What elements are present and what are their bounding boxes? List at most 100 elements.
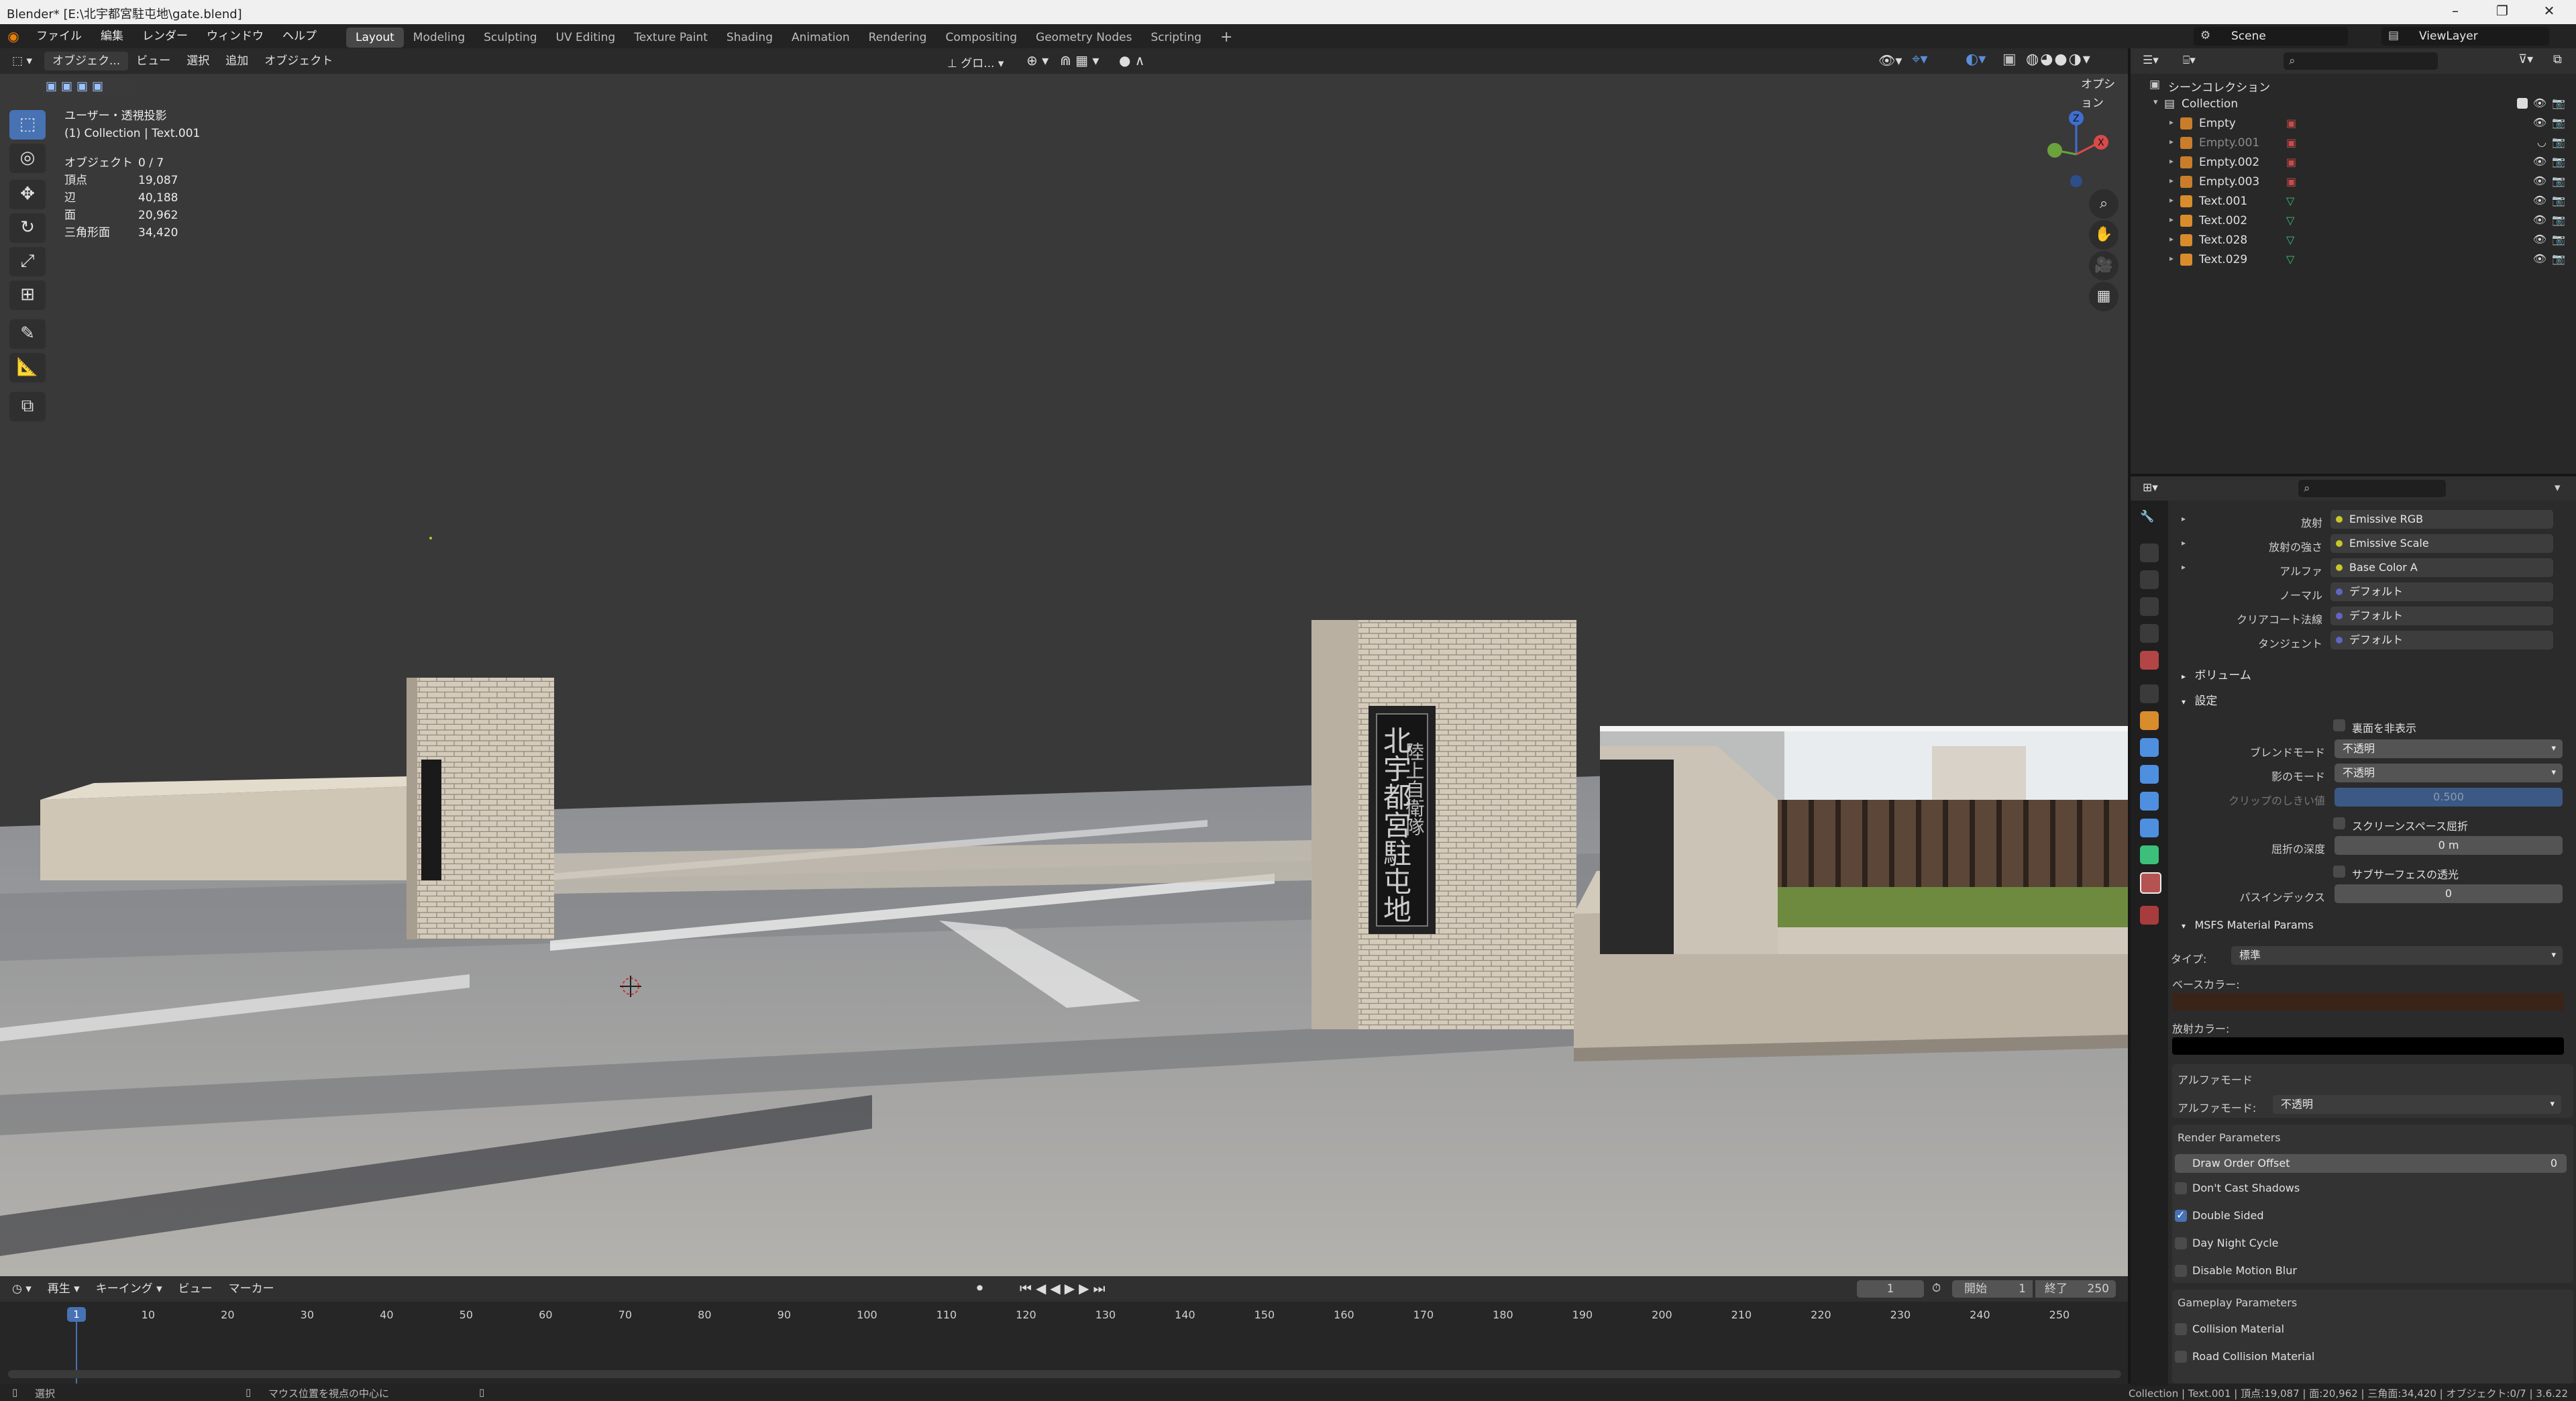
text-data-icon[interactable]: ▽ <box>2286 214 2294 227</box>
playhead-frame[interactable]: 1 <box>67 1307 86 1322</box>
measure-tool-button[interactable]: 📐 <box>9 353 46 382</box>
properties-editor-icon[interactable]: ⊞▾ <box>2143 481 2158 495</box>
record-icon[interactable]: ⏺ <box>977 1281 983 1295</box>
outliner-item[interactable]: ▸ Empty ▣ 👁 📷 <box>2131 114 2576 134</box>
image-empty-icon[interactable]: ▣ <box>2286 136 2296 149</box>
maximize-icon[interactable]: ❐ <box>2482 3 2522 21</box>
overlay-toggle-icon[interactable]: ◐▾ <box>1966 51 1986 68</box>
outliner-panel[interactable]: ☰▾ ⌸▾ ⌕ ⊽▾ ⧉ ▣ シーンコレクション ▾ ▤ Collection … <box>2128 48 2576 474</box>
camera-view-icon[interactable]: 🎥 <box>2089 251 2118 280</box>
outliner-item[interactable]: ▸ Empty.001 ▣ ◡ 📷 <box>2131 134 2576 153</box>
camera-icon[interactable]: 📷 <box>2552 252 2565 265</box>
proportional-edit-icon[interactable]: ● ∧ <box>1119 52 1144 68</box>
physics-tab-icon[interactable] <box>2140 792 2159 811</box>
transform-tool-button[interactable]: ⊞ <box>9 280 46 310</box>
volume-section-header[interactable]: ▸ ボリューム <box>2168 664 2576 687</box>
option-checkbox[interactable] <box>2175 1351 2187 1363</box>
camera-icon[interactable]: 📷 <box>2552 233 2565 246</box>
stopwatch-icon[interactable]: ⏱ <box>1932 1282 1941 1295</box>
text-data-icon[interactable]: ▽ <box>2286 234 2294 246</box>
zoom-icon[interactable]: ⌕ <box>2089 189 2118 219</box>
start-frame-field[interactable]: 開始 1 <box>1952 1280 2033 1298</box>
eye-icon[interactable]: ◡ <box>2537 136 2546 148</box>
data-tab-icon[interactable] <box>2140 845 2159 864</box>
outliner-editor-icon[interactable]: ☰▾ <box>2143 54 2159 67</box>
expand-arrow-icon[interactable]: ▸ <box>2169 156 2174 166</box>
shadow-mode-dropdown[interactable]: 不透明 ▾ <box>2334 764 2563 782</box>
option-checkbox[interactable] <box>2175 1265 2187 1277</box>
scene-selector[interactable]: ⚙ Scene <box>2194 27 2348 46</box>
socket-link-field[interactable]: デフォルト <box>2330 582 2553 601</box>
add-cube-tool-button[interactable]: ⧉ <box>9 392 46 421</box>
subsurface-checkbox[interactable] <box>2333 866 2345 878</box>
msfs-section-header[interactable]: ▾ MSFS Material Params <box>2168 914 2576 937</box>
outliner-item[interactable]: ▸ Empty.003 ▣ 👁 📷 <box>2131 172 2576 192</box>
view-layer-selector[interactable]: ▤ ViewLayer <box>2381 27 2549 46</box>
text-data-icon[interactable]: ▽ <box>2286 253 2294 266</box>
shading-mode-icons[interactable]: ◍◕●◑▾ <box>2026 51 2092 68</box>
tab-compositing[interactable]: Compositing <box>936 28 1026 48</box>
timeline-area[interactable]: 1102030405060708090100110120130140150160… <box>0 1302 2128 1384</box>
outliner-item[interactable]: ▸ Text.028 ▽ 👁 📷 <box>2131 231 2576 250</box>
add-workspace-icon[interactable]: + <box>1211 28 1242 48</box>
object-tab-icon[interactable] <box>2140 711 2159 730</box>
3d-viewport[interactable]: 陸上自衛隊 北宇都宮駐屯地 ⬚ ▾ オブジェク... ビュー 選択 追加 オブジ… <box>0 48 2128 1276</box>
menu-render[interactable]: レンダー <box>133 24 197 48</box>
xray-icon[interactable]: ▣ <box>2002 51 2017 68</box>
texture-tab-icon[interactable] <box>2140 906 2159 925</box>
tab-rendering[interactable]: Rendering <box>859 28 936 48</box>
transform-orientation[interactable]: ⊥ グロ... ▾ <box>947 54 1004 70</box>
display-mode-icon[interactable]: ⌸▾ <box>2183 54 2196 67</box>
camera-icon[interactable]: 📷 <box>2552 136 2565 148</box>
annotate-tool-button[interactable]: ✎ <box>9 319 46 349</box>
collection-tab-icon[interactable] <box>2140 684 2159 703</box>
eye-icon[interactable]: 👁 <box>2533 97 2546 109</box>
menu-file[interactable]: ファイル <box>27 24 91 48</box>
navigation-gizmo[interactable]: Z X <box>2033 107 2120 195</box>
eye-icon[interactable]: 👁 <box>2533 252 2546 265</box>
new-collection-icon[interactable]: ⧉ <box>2553 52 2562 66</box>
pass-index-field[interactable]: 0 <box>2334 884 2563 903</box>
material-tab-icon[interactable] <box>2140 872 2161 894</box>
eye-icon[interactable]: 👁 <box>2533 174 2546 187</box>
timeline-menu-keying[interactable]: キーイング ▾ <box>88 1276 170 1302</box>
timeline-menu-view[interactable]: ビュー <box>170 1276 221 1302</box>
world-tab-icon[interactable] <box>2140 651 2159 670</box>
viewport-menu-object[interactable]: オブジェクト <box>256 48 341 74</box>
tab-modeling[interactable]: Modeling <box>404 28 474 48</box>
playback-controls[interactable]: ⏮◀◀▶▶⏭ <box>1020 1280 1110 1296</box>
refraction-depth-field[interactable]: 0 m <box>2334 836 2563 855</box>
tab-texture-paint[interactable]: Texture Paint <box>625 28 717 48</box>
camera-icon[interactable]: 📷 <box>2552 97 2565 109</box>
menu-window[interactable]: ウィンドウ <box>197 24 273 48</box>
ortho-grid-icon[interactable]: ▦ <box>2089 282 2118 311</box>
scene-tab-icon[interactable] <box>2140 624 2159 643</box>
end-frame-field[interactable]: 終了 250 <box>2035 1280 2116 1298</box>
socket-link-field[interactable]: Emissive Scale <box>2330 534 2553 553</box>
view-layer-tab-icon[interactable] <box>2140 597 2159 616</box>
text-data-icon[interactable]: ▽ <box>2286 195 2294 207</box>
outliner-item[interactable]: ▸ Text.002 ▽ 👁 📷 <box>2131 211 2576 231</box>
image-empty-icon[interactable]: ▣ <box>2286 175 2296 188</box>
socket-link-field[interactable]: Emissive RGB <box>2330 510 2553 529</box>
expand-arrow-icon[interactable]: ▸ <box>2169 234 2174 244</box>
socket-link-field[interactable]: デフォルト <box>2330 607 2553 625</box>
collection-row[interactable]: ▾ ▤ Collection 👁 📷 <box>2131 95 2576 114</box>
clip-threshold-slider[interactable]: 0.500 <box>2334 788 2563 807</box>
expand-arrow-icon[interactable]: ▸ <box>2169 137 2174 146</box>
tab-shading[interactable]: Shading <box>717 28 782 48</box>
blender-logo-icon[interactable]: ◉ <box>0 28 27 44</box>
option-checkbox[interactable] <box>2175 1323 2187 1335</box>
expand-arrow-icon[interactable]: ▸ <box>2169 195 2174 205</box>
snap-icon[interactable]: ⋒ ▦ ▾ <box>1060 52 1099 68</box>
draw-order-offset-field[interactable]: Draw Order Offset 0 <box>2175 1154 2567 1173</box>
settings-section-header[interactable]: ▾ 設定 <box>2168 690 2576 713</box>
alpha-mode-dropdown[interactable]: 不透明 ▾ <box>2273 1095 2561 1114</box>
particles-tab-icon[interactable] <box>2140 765 2159 784</box>
ssr-checkbox[interactable] <box>2333 817 2345 829</box>
eye-icon[interactable]: 👁 <box>2533 213 2546 226</box>
minimize-icon[interactable]: – <box>2435 3 2475 21</box>
menu-help[interactable]: ヘルプ <box>273 24 326 48</box>
properties-search-input[interactable]: ⌕ <box>2298 480 2446 497</box>
tab-layout[interactable]: Layout <box>346 27 404 48</box>
